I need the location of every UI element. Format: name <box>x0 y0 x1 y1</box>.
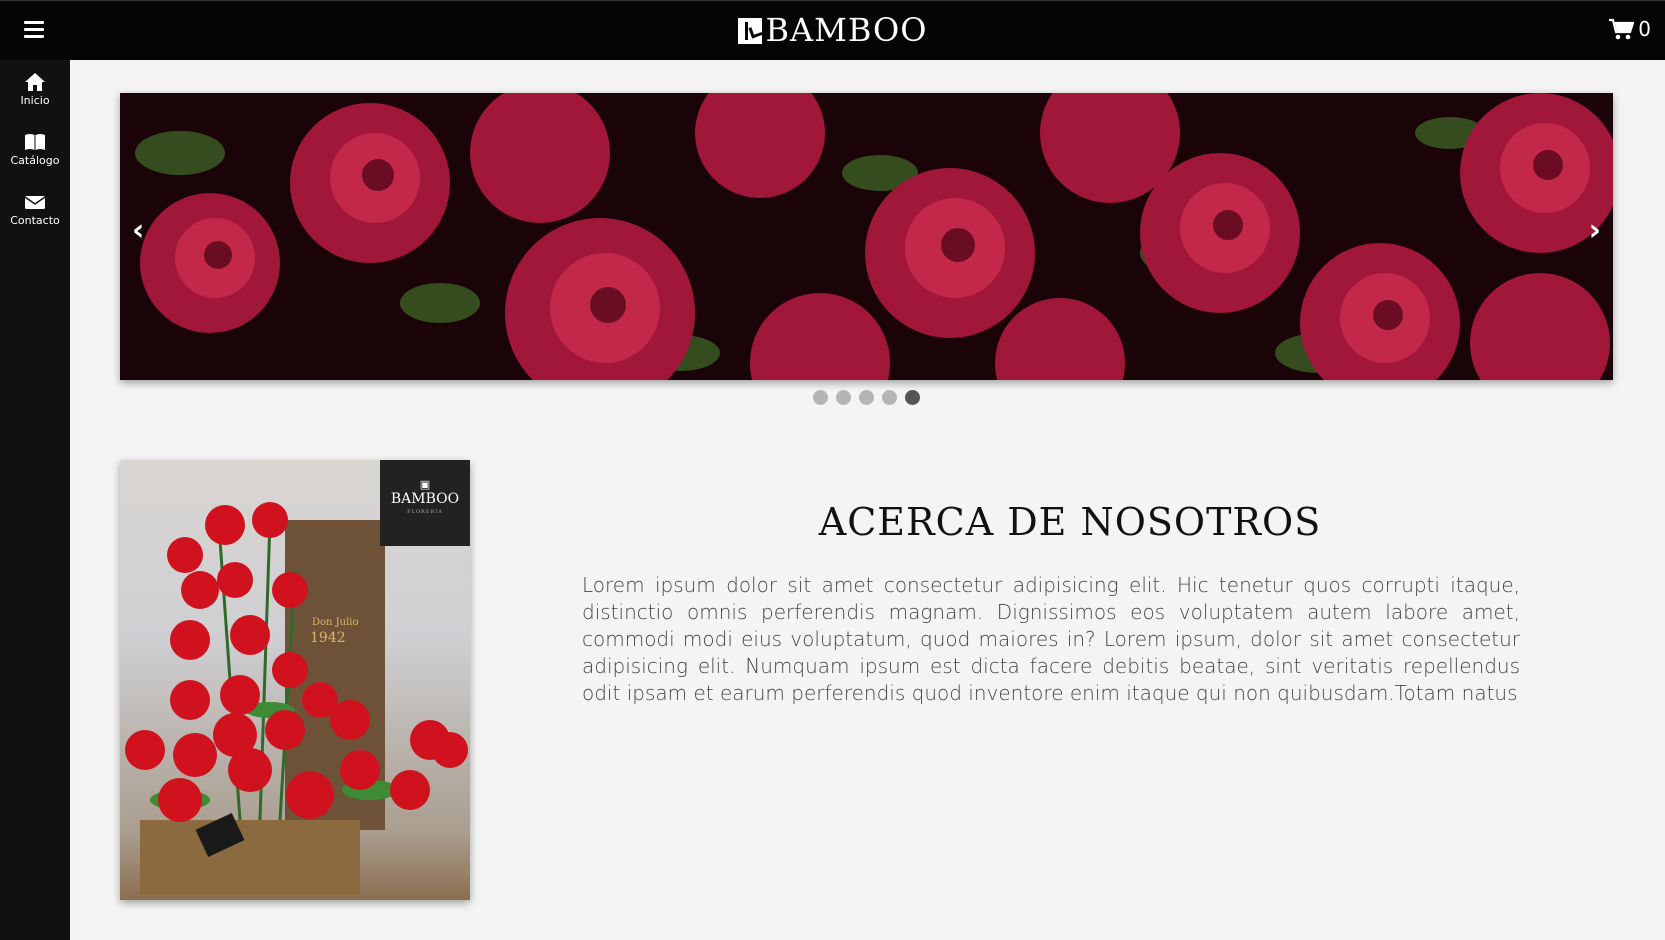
carousel-dot-active[interactable] <box>905 390 920 405</box>
rose-arrangement-image: Don Julio 1942 ▣ BAMBOO FLORERÍA <box>120 460 470 900</box>
carousel-prev-button[interactable]: ‹ <box>132 213 144 248</box>
carousel-dot[interactable] <box>859 390 874 405</box>
sidebar-item-inicio[interactable]: Inicio <box>0 60 70 120</box>
tag-brand: BAMBOO <box>390 491 460 507</box>
roses-banner-image <box>120 93 1613 380</box>
sidebar-item-label: Inicio <box>20 94 50 107</box>
carousel-dot[interactable] <box>882 390 897 405</box>
envelope-icon <box>24 196 46 209</box>
sidebar-item-label: Catálogo <box>10 154 60 167</box>
carousel-dot[interactable] <box>836 390 851 405</box>
top-navbar: BAMBOO 0 <box>0 0 1665 60</box>
sidebar-item-catalogo[interactable]: Catálogo <box>0 120 70 180</box>
tag-logo-icon: ▣ <box>419 478 431 491</box>
book-icon <box>25 134 45 150</box>
cart-count: 0 <box>1638 17 1651 41</box>
main-content: ‹ › Don Julio 1942 ▣ BAMBOO FLORERÍA ACE… <box>70 60 1665 940</box>
brand-tag: ▣ BAMBOO FLORERÍA <box>380 460 470 546</box>
about-text: Lorem ipsum dolor sit amet consectetur a… <box>582 573 1520 705</box>
carousel-dot[interactable] <box>813 390 828 405</box>
sidebar-item-contacto[interactable]: Contacto <box>0 180 70 240</box>
bamboo-logo-icon <box>737 18 762 44</box>
svg-text:Don Julio: Don Julio <box>312 617 359 628</box>
home-icon <box>25 73 45 91</box>
sidebar: Inicio Catálogo Contacto <box>0 60 70 940</box>
brand-name: BAMBOO <box>765 11 928 49</box>
brand-logo[interactable]: BAMBOO <box>0 11 1665 49</box>
tag-subtitle: FLORERÍA <box>407 509 443 515</box>
carousel-indicators <box>813 390 920 405</box>
hero-carousel: ‹ › <box>120 93 1613 380</box>
svg-text:1942: 1942 <box>310 630 346 646</box>
about-title: ACERCA DE NOSOTROS <box>818 500 1322 544</box>
carousel-next-button[interactable]: › <box>1589 213 1601 248</box>
cart-button[interactable]: 0 <box>1608 17 1651 41</box>
sidebar-item-label: Contacto <box>10 214 60 227</box>
shopping-cart-icon <box>1609 18 1635 40</box>
